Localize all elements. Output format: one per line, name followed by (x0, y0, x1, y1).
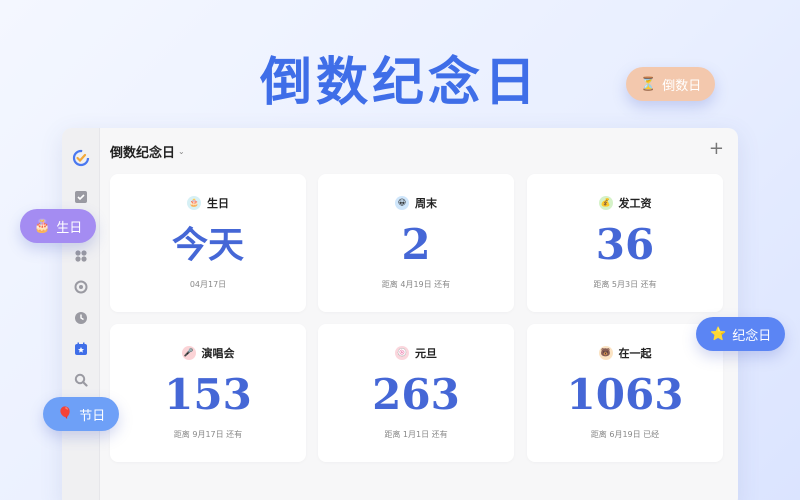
card-date: 距离 9月17日 还有 (173, 430, 243, 439)
candy-icon: 🍥 (395, 346, 409, 360)
countdown-card[interactable]: 😀 周末 2 距离 4月19日 还有 (318, 174, 514, 312)
star-icon: ⭐ (710, 326, 727, 342)
countdown-tag-label: 倒数日 (662, 78, 702, 94)
anniversary-tag: ⭐ 纪念日 (696, 317, 786, 351)
countdown-card[interactable]: 💰 发工资 36 距离 5月3日 还有 (527, 174, 723, 312)
card-date: 距离 5月3日 还有 (593, 280, 657, 289)
add-button[interactable]: + (709, 140, 724, 158)
card-days: 153 (164, 370, 252, 419)
countdown-card[interactable]: 🎂 生日 今天 04月17日 (110, 174, 306, 312)
birthday-tag-label: 生日 (56, 220, 83, 236)
balloon-icon: 🎈 (57, 406, 74, 422)
bear-icon: 🐻 (598, 346, 613, 360)
clock-icon[interactable] (73, 310, 89, 326)
anniversary-tag-label: 纪念日 (732, 328, 772, 344)
hourglass-icon: ⏳ (640, 76, 657, 92)
app-logo-icon (72, 149, 90, 167)
countdown-card[interactable]: 🍥 元旦 263 距离 1月1日 还有 (318, 324, 514, 462)
card-title: 周末 (415, 197, 437, 210)
birthday-tag: 🎂 生日 (20, 209, 97, 243)
card-title: 元旦 (415, 347, 437, 360)
card-title: 演唱会 (201, 347, 235, 360)
chevron-down-icon: ⌄ (178, 147, 185, 156)
smile-icon: 😀 (395, 196, 409, 210)
target-icon[interactable] (73, 279, 89, 295)
app-window: 倒数纪念日 ⌄ + 🎂 生日 今天 04月17日 😀 周末 2 距离 4月19日… (62, 128, 738, 500)
countdown-card[interactable]: 🎤 演唱会 153 距离 9月17日 还有 (110, 324, 306, 462)
card-days: 今天 (171, 224, 244, 266)
holiday-tag: 🎈 节日 (43, 397, 120, 431)
card-title: 发工资 (618, 197, 652, 210)
card-title: 在一起 (618, 347, 652, 360)
holiday-tag-label: 节日 (79, 408, 106, 424)
card-date: 距离 6月19日 已经 (590, 430, 660, 439)
card-days: 2 (401, 220, 431, 269)
cake-icon: 🎂 (34, 218, 51, 234)
calendar-star-icon[interactable] (73, 341, 89, 357)
cake-icon: 🎂 (187, 196, 201, 210)
main-panel: 倒数纪念日 ⌄ + 🎂 生日 今天 04月17日 😀 周末 2 距离 4月19日… (100, 128, 738, 500)
grid-icon[interactable] (73, 248, 89, 264)
checkbox-icon[interactable] (73, 189, 89, 205)
card-days: 263 (372, 370, 460, 419)
countdown-tag: ⏳ 倒数日 (626, 67, 716, 101)
search-icon[interactable] (73, 372, 89, 388)
card-date: 距离 4月19日 还有 (381, 280, 451, 289)
card-date: 04月17日 (189, 280, 227, 289)
countdown-card[interactable]: 🐻 在一起 1063 距离 6月19日 已经 (527, 324, 723, 462)
card-date: 距离 1月1日 还有 (384, 430, 448, 439)
sidebar (62, 128, 100, 500)
list-title-dropdown[interactable]: 倒数纪念日 ⌄ (110, 142, 185, 161)
card-title: 生日 (207, 197, 229, 210)
money-icon: 💰 (598, 196, 613, 210)
card-days: 36 (595, 220, 655, 269)
card-days: 1063 (566, 370, 684, 419)
microphone-icon: 🎤 (181, 346, 196, 360)
list-title: 倒数纪念日 (110, 146, 176, 161)
